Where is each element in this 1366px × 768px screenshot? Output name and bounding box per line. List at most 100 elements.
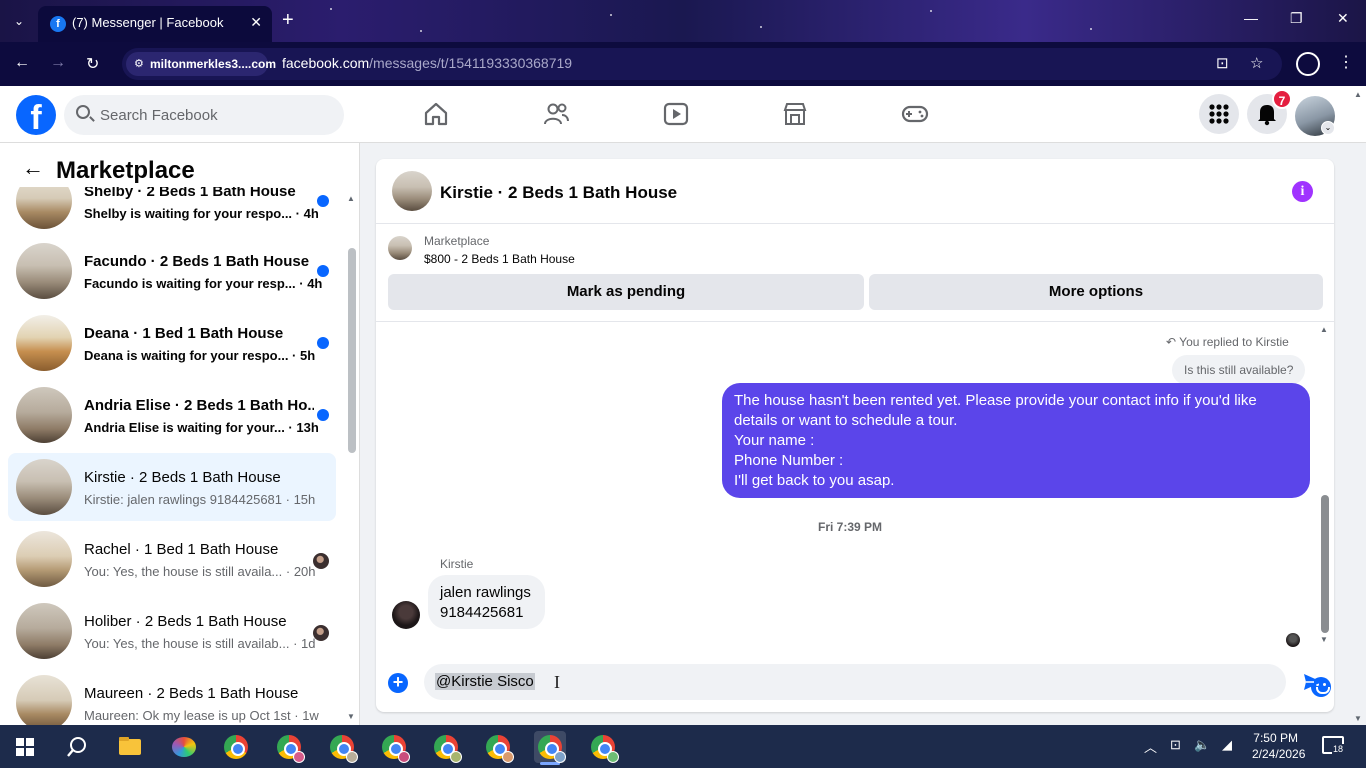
unread-dot — [317, 337, 329, 349]
search-box[interactable] — [64, 95, 344, 135]
more-options-button[interactable]: More options — [869, 274, 1323, 310]
conversation-item[interactable]: Andria Elise · 2 Beds 1 Bath Ho... Andri… — [8, 381, 336, 449]
browser-tab-bar: ⌄ f (7) Messenger | Facebook ✕ + — ❐ ✕ — [0, 0, 1366, 42]
conversation-name: Kirstie · 2 Beds 1 Bath House — [84, 469, 281, 486]
info-icon[interactable]: i — [1292, 181, 1313, 202]
scroll-down-icon[interactable]: ▼ — [1320, 635, 1328, 644]
new-tab-icon[interactable]: + — [282, 9, 294, 32]
tab-search-chevron-icon[interactable]: ⌄ — [8, 10, 30, 32]
address-bar[interactable]: miltonmerkles3....com facebook.com/messa… — [122, 48, 1282, 80]
network-icon[interactable]: ◢ — [1222, 737, 1232, 753]
restore-icon[interactable]: ❐ — [1290, 10, 1303, 27]
back-arrow-icon[interactable]: ← — [14, 54, 30, 72]
scrollbar-thumb[interactable] — [1321, 495, 1329, 633]
show-hidden-icons-chevron-icon[interactable]: ︿ — [1144, 737, 1157, 756]
window-close-icon[interactable]: ✕ — [1337, 10, 1349, 27]
windows-taskbar: ︿ ⊡ 🔈 ◢ 7:50 PM 2/24/2026 18 — [0, 725, 1366, 768]
mark-as-pending-button[interactable]: Mark as pending — [388, 274, 864, 310]
conversation-item[interactable]: Maureen · 2 Beds 1 Bath House Maureen: O… — [8, 669, 336, 725]
message-input-value: @Kirstie Sisco — [435, 673, 535, 690]
volume-icon[interactable]: 🔈 — [1194, 737, 1210, 753]
received-message-bubble[interactable]: jalen rawlings 9184425681 — [428, 575, 545, 629]
home-icon[interactable] — [422, 100, 450, 128]
reload-icon[interactable]: ↻ — [86, 54, 99, 74]
paint-app-icon[interactable] — [168, 731, 200, 763]
replied-to-text: You replied to Kirstie — [1179, 335, 1289, 349]
facebook-header: f — [0, 86, 1366, 143]
listing-mini-thumbnail[interactable] — [388, 236, 412, 260]
minimize-icon[interactable]: — — [1244, 10, 1258, 26]
conversation-name: Rachel · 1 Bed 1 Bath House — [84, 541, 279, 558]
chat-scrollbar[interactable]: ▲ ▼ — [1320, 323, 1330, 653]
facebook-logo[interactable]: f — [16, 95, 56, 135]
conversation-snippet: Andria Elise is waiting for your... · 13… — [84, 420, 319, 435]
chrome-profile-icon[interactable] — [587, 731, 619, 763]
sender-avatar[interactable] — [392, 601, 420, 629]
plus-icon[interactable]: + — [388, 673, 408, 693]
browser-menu-icon[interactable]: ⋮ — [1338, 52, 1354, 72]
scroll-up-icon[interactable]: ▲ — [347, 194, 355, 203]
chrome-profile-icon-active[interactable] — [534, 731, 566, 765]
scrollbar-thumb[interactable] — [348, 248, 356, 453]
chat-title[interactable]: Kirstie · 2 Beds 1 Bath House — [440, 183, 677, 203]
url-host: facebook.com — [282, 55, 370, 71]
chat-header: Kirstie · 2 Beds 1 Bath House i — [376, 159, 1334, 224]
account-chevron-down-icon[interactable]: ⌄ — [1321, 121, 1335, 135]
scroll-up-icon[interactable]: ▲ — [1320, 325, 1328, 334]
quoted-message[interactable]: Is this still available? — [1172, 355, 1306, 385]
install-app-icon[interactable]: ⊡ — [1216, 54, 1229, 72]
unread-dot — [317, 409, 329, 421]
windows-start-icon[interactable] — [16, 738, 34, 756]
listing-price-title[interactable]: $800 - 2 Beds 1 Bath House — [424, 252, 575, 266]
notification-badge: 7 — [1272, 89, 1292, 109]
conversation-item[interactable]: Rachel · 1 Bed 1 Bath House You: Yes, th… — [8, 525, 336, 593]
background-star — [330, 8, 332, 10]
taskbar-search-icon[interactable] — [66, 736, 88, 758]
page-scroll-up-icon[interactable]: ▲ — [1354, 90, 1362, 99]
chrome-icon[interactable] — [220, 731, 252, 763]
bookmark-star-icon[interactable]: ☆ — [1250, 54, 1263, 72]
conversation-item-active[interactable]: Kirstie · 2 Beds 1 Bath House Kirstie: j… — [8, 453, 336, 521]
menu-grid-button[interactable] — [1199, 94, 1239, 134]
conversation-item[interactable]: Holiber · 2 Beds 1 Bath House You: Yes, … — [8, 597, 336, 665]
taskbar-clock[interactable]: 7:50 PM 2/24/2026 — [1252, 730, 1305, 762]
friends-icon[interactable] — [542, 100, 570, 128]
notification-center-icon[interactable]: 18 — [1322, 736, 1345, 754]
listing-thumbnail — [16, 243, 72, 299]
chrome-profile-icon[interactable] — [430, 731, 462, 763]
url-text[interactable]: facebook.com/messages/t/1541193330368719 — [282, 55, 572, 71]
conversation-name: Deana · 1 Bed 1 Bath House — [84, 325, 284, 342]
page-scroll-down-icon[interactable]: ▼ — [1354, 714, 1362, 723]
site-info-chip[interactable]: miltonmerkles3....com — [126, 52, 276, 76]
chrome-profile-icon[interactable] — [378, 731, 410, 763]
message-input[interactable]: @Kirstie Sisco I — [424, 664, 1331, 700]
background-star — [930, 10, 932, 12]
background-star — [760, 26, 762, 28]
message-line: details or want to schedule a tour. — [734, 412, 958, 429]
marketplace-icon[interactable] — [781, 100, 809, 128]
browser-tab[interactable]: f (7) Messenger | Facebook ✕ — [38, 6, 272, 42]
message-line: 9184425681 — [440, 604, 524, 621]
conversation-item[interactable]: Facundo · 2 Beds 1 Bath House Facundo is… — [8, 237, 336, 305]
send-icon[interactable] — [1302, 671, 1324, 693]
chat-listing-thumbnail[interactable] — [392, 171, 432, 211]
back-arrow-icon[interactable]: ← — [22, 155, 44, 181]
chrome-profile-icon[interactable] — [482, 731, 514, 763]
forward-arrow-icon[interactable]: → — [50, 54, 66, 72]
gaming-icon[interactable] — [901, 100, 929, 128]
message-line: I'll get back to you asap. — [734, 472, 895, 489]
scroll-down-icon[interactable]: ▼ — [347, 712, 355, 721]
browser-profile-icon[interactable] — [1296, 52, 1320, 76]
sent-message-bubble[interactable]: The house hasn't been rented yet. Please… — [722, 383, 1310, 498]
search-input[interactable] — [100, 95, 330, 135]
seen-avatar — [313, 625, 329, 641]
chrome-profile-icon[interactable] — [326, 731, 358, 763]
conversation-name: Facundo · 2 Beds 1 Bath House — [84, 253, 310, 270]
file-explorer-icon[interactable] — [114, 731, 146, 763]
meet-now-icon[interactable]: ⊡ — [1170, 737, 1181, 753]
conversation-item[interactable]: Deana · 1 Bed 1 Bath House Deana is wait… — [8, 309, 336, 377]
video-icon[interactable] — [662, 100, 690, 128]
close-tab-icon[interactable]: ✕ — [250, 14, 262, 31]
chrome-profile-icon[interactable] — [273, 731, 305, 763]
sidebar-scrollbar[interactable]: ▲ ▼ — [347, 188, 357, 723]
